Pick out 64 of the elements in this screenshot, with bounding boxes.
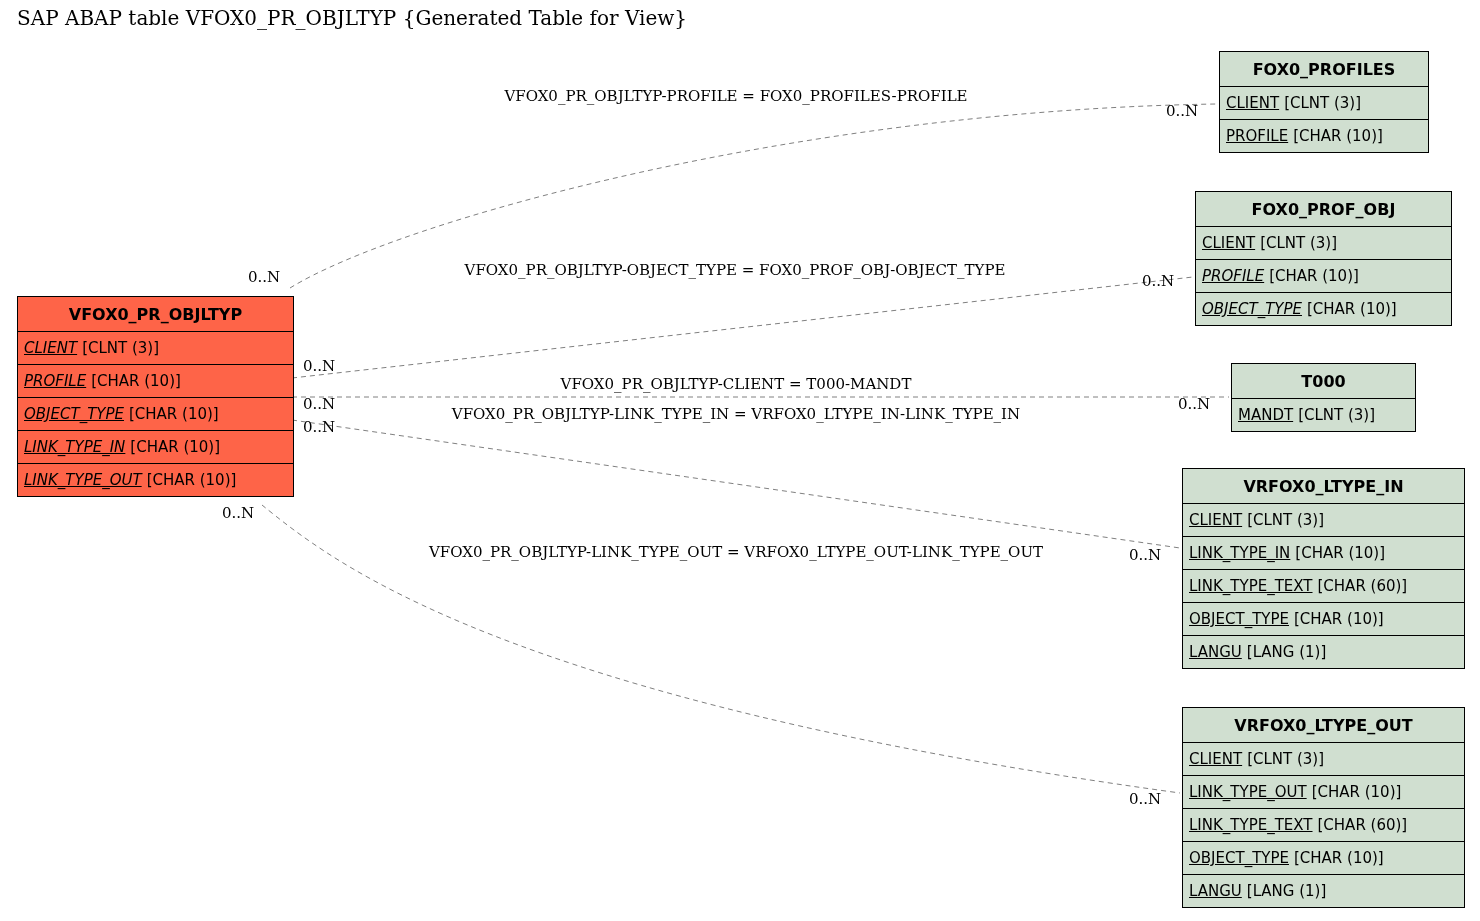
cardinality-label: 0..N [222,504,255,522]
field-type: [CHAR (10)] [1311,783,1402,801]
field-name: MANDT [1238,406,1294,424]
field-type: [CHAR (10)] [1269,267,1359,285]
field-type: [CHAR (10)] [1295,544,1386,562]
field-type: [CHAR (10)] [1307,300,1397,318]
cardinality-label: 0..N [1142,272,1175,290]
relation-label: VFOX0_PR_OBJLTYP-PROFILE = FOX0_PROFILES-PROFILE [504,87,968,105]
field-name: PROFILE [1202,267,1265,285]
field-name: LINK_TYPE_TEXT [1189,816,1313,834]
cardinality-label: 0..N [303,418,336,436]
field-type: [LANG (1)] [1246,643,1327,661]
field-type: [CHAR (10)] [1293,127,1383,145]
cardinality-label: 0..N [1178,395,1211,413]
field-type: [CLNT (3)] [1247,511,1325,529]
relation-label: VFOX0_PR_OBJLTYP-CLIENT = T000-MANDT [560,375,912,393]
cardinality-label: 0..N [248,268,281,286]
diagram-title: SAP ABAP table VFOX0_PR_OBJLTYP {Generated Table for View} [17,6,688,30]
field-name: LINK_TYPE_OUT [24,471,142,489]
field-name: CLIENT [1226,94,1280,112]
field-type: [CHAR (10)] [146,471,237,489]
table-header: FOX0_PROF_OBJ [1250,198,1397,221]
cardinality-label: 0..N [1166,102,1199,120]
field-type: [CHAR (10)] [1294,610,1384,628]
field-type: [CHAR (60)] [1317,816,1408,834]
field-type: [CLNT (3)] [82,339,160,357]
field-type: [CHAR (60)] [1317,577,1408,595]
cardinality-label: 0..N [303,357,336,375]
field-name: LINK_TYPE_TEXT [1189,577,1313,595]
field-name: PROFILE [1226,127,1289,145]
field-type: [CLNT (3)] [1284,94,1362,112]
field-name: PROFILE [24,372,87,390]
field-name: LINK_TYPE_OUT [1189,783,1307,801]
field-type: [LANG (1)] [1246,882,1327,900]
field-name: LINK_TYPE_IN [1189,544,1291,562]
field-name: CLIENT [24,339,78,357]
field-name: CLIENT [1189,750,1243,768]
relation-label: VFOX0_PR_OBJLTYP-LINK_TYPE_OUT = VRFOX0_LTYPE_OUT-LINK_TYPE_OUT [428,543,1044,561]
field-type: [CLNT (3)] [1260,234,1338,252]
field-name: OBJECT_TYPE [24,405,124,423]
cardinality-label: 0..N [303,395,336,413]
table-header: VRFOX0_LTYPE_IN [1242,475,1405,498]
cardinality-label: 0..N [1129,546,1162,564]
field-name: CLIENT [1202,234,1256,252]
field-type: [CHAR (10)] [91,372,181,390]
field-name: LANGU [1189,643,1242,661]
field-name: OBJECT_TYPE [1189,610,1289,628]
relation-label: VFOX0_PR_OBJLTYP-LINK_TYPE_IN = VRFOX0_LTYPE_IN-LINK_TYPE_IN [451,405,1021,423]
relation-label: VFOX0_PR_OBJLTYP-OBJECT_TYPE = FOX0_PROF_OBJ-OBJECT_TYPE [464,261,1006,279]
field-type: [CLNT (3)] [1298,406,1376,424]
table-header: FOX0_PROFILES [1251,58,1397,81]
field-type: [CHAR (10)] [130,438,221,456]
field-name: OBJECT_TYPE [1202,300,1302,318]
field-type: [CHAR (10)] [1294,849,1384,867]
cardinality-label: 0..N [1129,790,1162,808]
field-name: LANGU [1189,882,1242,900]
table-header: VRFOX0_LTYPE_OUT [1233,714,1414,737]
field-name: OBJECT_TYPE [1189,849,1289,867]
table-header: T000 [1300,370,1347,393]
field-name: CLIENT [1189,511,1243,529]
table-header: VFOX0_PR_OBJLTYP [67,303,244,326]
field-type: [CLNT (3)] [1247,750,1325,768]
field-name: LINK_TYPE_IN [24,438,126,456]
field-type: [CHAR (10)] [129,405,219,423]
